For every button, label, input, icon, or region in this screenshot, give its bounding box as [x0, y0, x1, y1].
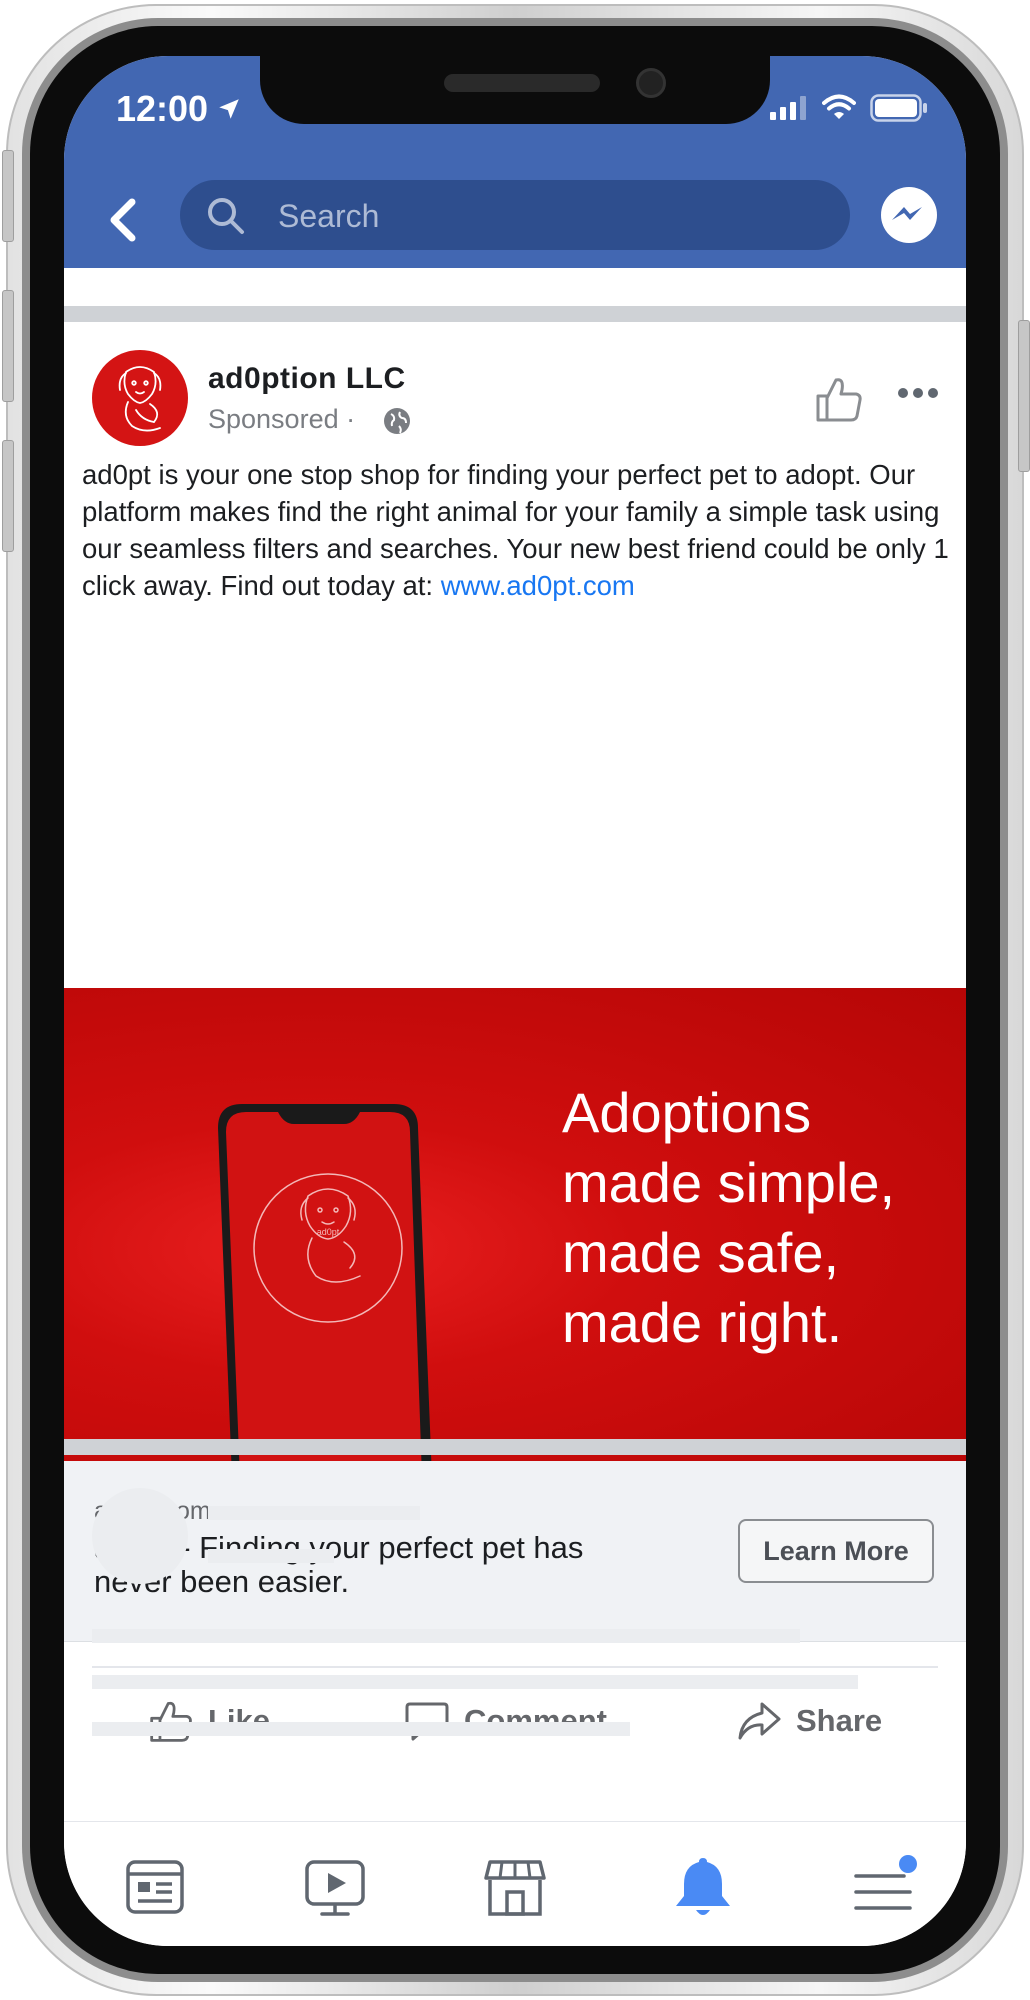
like-button[interactable]: Like — [148, 1696, 270, 1746]
signal-icon — [770, 96, 806, 120]
wifi-icon — [822, 94, 856, 119]
search-icon — [208, 198, 244, 234]
link-preview[interactable]: ad0pt.com ad0pt - Finding your perfect p… — [64, 1461, 966, 1642]
banner-line: made right. — [562, 1291, 843, 1354]
side-button-volume-up — [2, 290, 14, 402]
banner-line: made safe, — [562, 1221, 840, 1284]
comment-icon — [405, 1702, 449, 1741]
dog-logo-icon — [118, 366, 162, 432]
feed-divider — [64, 306, 966, 322]
thumbs-up-icon — [150, 1701, 192, 1742]
side-button-power — [1018, 320, 1030, 472]
watch-icon[interactable] — [300, 1852, 370, 1922]
front-camera — [636, 68, 666, 98]
location-arrow-icon — [219, 99, 239, 119]
banner-line: made simple, — [562, 1151, 896, 1214]
globe-icon — [384, 408, 410, 434]
back-arrow-icon[interactable] — [100, 190, 150, 250]
skeleton-line — [208, 1549, 334, 1563]
thumbs-up-icon[interactable] — [814, 374, 864, 424]
skeleton-avatar — [92, 1488, 188, 1584]
skeleton-line — [208, 1506, 420, 1520]
bell-icon[interactable] — [668, 1852, 738, 1922]
messenger-icon[interactable] — [880, 186, 938, 244]
ad-banner-image[interactable]: ad0pt Adoptions made simple, made safe, … — [64, 988, 966, 1461]
more-icon[interactable] — [896, 386, 940, 400]
phone-notch — [260, 56, 770, 124]
phone-screen: 12:00 Search ad0ption LLC Sponsored · ad… — [64, 56, 966, 1946]
action-separator — [92, 1666, 938, 1668]
skeleton-line — [92, 1675, 858, 1689]
phone-mockup-image: ad0pt — [218, 1104, 432, 1461]
status-time: 12:00 — [116, 88, 209, 129]
share-icon — [738, 1702, 781, 1740]
page-avatar[interactable] — [92, 350, 188, 446]
page-name[interactable]: ad0ption LLC — [208, 362, 406, 396]
top-navigation-bar: 12:00 — [64, 56, 966, 268]
skeleton-line — [92, 1629, 800, 1643]
comment-button[interactable]: Comment — [404, 1696, 607, 1746]
menu-icon[interactable] — [848, 1852, 918, 1922]
bottom-navigation — [64, 1821, 966, 1946]
battery-icon — [870, 94, 927, 122]
post-link[interactable]: www.ad0pt.com — [441, 570, 635, 601]
side-button-volume-down — [2, 440, 14, 552]
marketplace-icon[interactable] — [480, 1852, 550, 1922]
menu-badge — [899, 1855, 917, 1873]
share-button[interactable]: Share — [736, 1696, 882, 1746]
news-feed-icon[interactable] — [120, 1852, 190, 1922]
learn-more-button[interactable]: Learn More — [738, 1519, 934, 1583]
post-body: ad0pt is your one stop shop for finding … — [82, 456, 952, 604]
search-input[interactable] — [276, 190, 820, 242]
feed-divider — [64, 1439, 966, 1455]
banner-line: Adoptions — [562, 1081, 812, 1144]
speaker-grille — [444, 74, 600, 92]
phone-logo-text: ad0pt — [317, 1227, 340, 1237]
skeleton-line — [92, 1722, 630, 1736]
sponsored-label: Sponsored · — [208, 404, 356, 434]
search-bar[interactable] — [180, 180, 850, 250]
side-button-silent — [2, 150, 14, 242]
share-label: Share — [796, 1703, 883, 1738]
banner-headline: Adoptions made simple, made safe, made r… — [562, 1078, 962, 1358]
